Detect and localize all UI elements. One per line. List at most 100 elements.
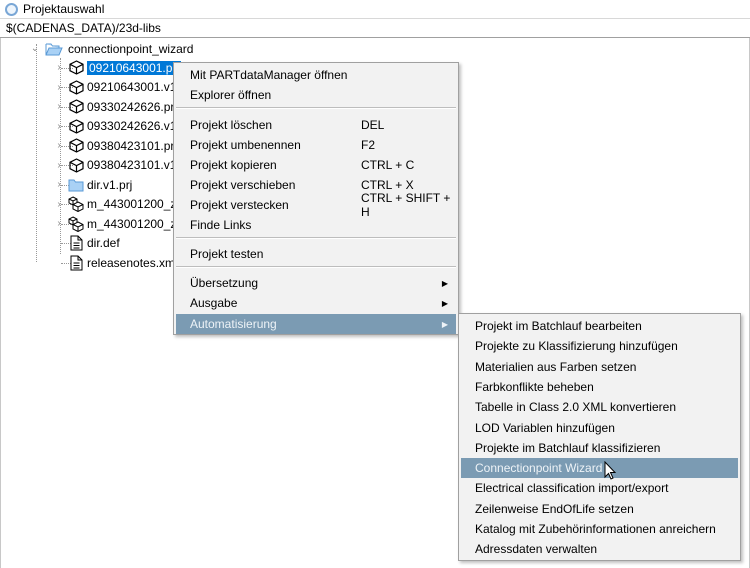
tree-node-label: 09330242626.v1.p [87, 119, 187, 133]
submenu-item[interactable]: Farbkonflikte beheben [461, 377, 738, 397]
window-title: Projektauswahl [23, 2, 105, 16]
submenu-item[interactable]: Projekte im Batchlauf klassifizieren [461, 438, 738, 458]
menu-item-label: Mit PARTdataManager öffnen [190, 68, 348, 82]
cube-icon [68, 138, 84, 154]
tree-node-label: 09380423101.v1.p [87, 158, 187, 172]
tree-node[interactable]: dir.def [54, 234, 120, 253]
cube-icon [68, 99, 84, 115]
chevron-right-icon[interactable]: › [54, 62, 64, 73]
tree-node[interactable]: › 09210643001.v1.p [54, 78, 186, 97]
shortcut-label: DEL [361, 118, 385, 132]
menu-item-label: LOD Variablen hinzufügen [475, 420, 615, 435]
chevron-right-icon[interactable]: › [54, 218, 64, 229]
menu-item-label: Automatisierung [190, 317, 277, 331]
tree-node[interactable]: › dir.v1.prj [54, 175, 132, 194]
cube-icon [68, 79, 84, 95]
path-field[interactable]: $(CADENAS_DATA)/23d-libs [0, 18, 750, 38]
submenu-item[interactable]: Tabelle in Class 2.0 XML konvertieren [461, 397, 738, 417]
submenu-arrow-icon: ▶ [441, 319, 448, 329]
menu-item[interactable]: Explorer öffnen [176, 85, 456, 105]
tree-node-label: m_443001200_zul [87, 216, 186, 231]
chevron-right-icon[interactable]: › [54, 121, 64, 132]
menu-item-label: Zeilenweise EndOfLife setzen [475, 501, 634, 516]
submenu-item[interactable]: Katalog mit Zubehörinformationen anreich… [461, 519, 738, 539]
menu-item[interactable]: Mit PARTdataManager öffnen [176, 65, 456, 85]
tree-node-root[interactable]: ⌄ connectionpoint_wizard [30, 39, 194, 58]
menu-item-label: Materialien aus Farben setzen [475, 359, 637, 374]
menu-item[interactable]: Projekt löschen DEL [176, 115, 456, 135]
menu-item[interactable]: Ausgabe ▶ [176, 293, 456, 313]
tree-node-label: 09330242626.prj [87, 99, 178, 114]
menu-item-label: Finde Links [190, 218, 252, 232]
submenu-item[interactable]: Adressdaten verwalten [461, 539, 738, 559]
menu-item[interactable]: Projekt verstecken CTRL + SHIFT + H [176, 191, 456, 219]
cube-icon [68, 118, 84, 134]
chevron-right-icon[interactable]: › [54, 82, 64, 93]
chevron-right-icon[interactable]: › [54, 101, 64, 112]
tree-node[interactable]: › 09330242626.v1.p [54, 117, 186, 136]
menu-separator [176, 266, 456, 268]
menu-item-label: Projekt verschieben [190, 178, 296, 192]
menu-item-label: Farbkonflikte beheben [475, 379, 594, 394]
submenu-arrow-icon: ▶ [441, 278, 448, 288]
tree-node-label: dir.v1.prj [87, 177, 133, 192]
menu-item-label: Katalog mit Zubehörinformationen anreich… [475, 522, 716, 536]
menu-item-label: Projekt kopieren [190, 158, 277, 172]
shortcut-label: CTRL + X [361, 178, 414, 192]
menu-item-label: Projekt testen [190, 247, 264, 261]
context-menu: Mit PARTdataManager öffnen Explorer öffne… [173, 62, 459, 335]
mouse-cursor-icon [604, 461, 617, 480]
tree-node[interactable]: › 09330242626.prj [54, 97, 177, 116]
submenu-item[interactable]: Connectionpoint Wizard [461, 458, 738, 479]
submenu-item[interactable]: Materialien aus Farben setzen [461, 357, 738, 377]
menu-item-label: Explorer öffnen [190, 88, 272, 102]
tree-node[interactable]: › 09380423101.prj [54, 136, 177, 155]
tree-node-label: dir.def [87, 236, 120, 250]
chevron-down-icon[interactable]: ⌄ [30, 43, 40, 54]
shortcut-label: CTRL + C [361, 158, 415, 172]
chevron-right-icon[interactable]: › [54, 199, 64, 210]
submenu-arrow-icon: ▶ [441, 298, 448, 308]
tree-node-label: m_443001200_zul [87, 197, 186, 211]
file-icon [68, 235, 84, 251]
app-icon [5, 2, 18, 16]
menu-item-label: Adressdaten verwalten [475, 542, 598, 557]
tree-node[interactable]: › m_443001200_zul [54, 214, 186, 233]
menu-item-label: Projekte im Batchlauf klassifizieren [475, 440, 661, 455]
submenu-item[interactable]: Projekte zu Klassifizierung hinzufügen [461, 336, 738, 356]
menu-item[interactable]: Projekt umbenennen F2 [176, 135, 456, 155]
submenu-item[interactable]: Electrical classification import/export [461, 478, 738, 498]
tree-node[interactable]: › 09380423101.v1.p [54, 156, 186, 175]
chevron-right-icon[interactable]: › [54, 140, 64, 151]
title-bar: Projektauswahl [0, 0, 750, 18]
tree-node[interactable]: › 09210643001.prj [54, 58, 182, 77]
menu-item-label: Übersetzung [190, 276, 259, 290]
menu-item[interactable]: Finde Links [176, 215, 456, 235]
tree-node[interactable]: › m_443001200_zul [54, 195, 186, 214]
submenu-item[interactable]: LOD Variablen hinzufügen [461, 418, 738, 438]
submenu-item[interactable]: Projekt im Batchlauf bearbeiten [461, 316, 738, 336]
shortcut-label: F2 [361, 138, 376, 152]
chevron-right-icon[interactable]: › [54, 179, 64, 190]
menu-item-label: Projekt löschen [190, 118, 273, 132]
menu-item[interactable]: Automatisierung ▶ [176, 314, 456, 334]
menu-item[interactable]: Übersetzung ▶ [176, 273, 456, 293]
menu-item-label: Tabelle in Class 2.0 XML konvertieren [475, 400, 676, 415]
folder-open-icon [44, 41, 63, 57]
menu-item-label: Projekt im Batchlauf bearbeiten [475, 319, 642, 333]
tree-node[interactable]: releasenotes.xml [54, 253, 178, 272]
submenu-item[interactable]: Zeilenweise EndOfLife setzen [461, 499, 738, 519]
cube-icon [68, 60, 84, 76]
menu-item[interactable]: Projekt kopieren CTRL + C [176, 155, 456, 175]
file-icon [68, 255, 84, 271]
menu-item-label: Projekte zu Klassifizierung hinzufügen [475, 339, 678, 354]
tree-guide-line [36, 44, 37, 262]
tree-node-label: 09210643001.v1.p [87, 80, 187, 94]
menu-item-label: Electrical classification import/export [475, 481, 669, 496]
menu-separator [176, 237, 456, 239]
tree-node-label: 09380423101.prj [87, 138, 178, 153]
chevron-right-icon[interactable]: › [54, 160, 64, 171]
folder-icon [68, 177, 84, 193]
menu-item[interactable]: Projekt testen [176, 244, 456, 264]
menu-item-label: Ausgabe [190, 296, 238, 310]
